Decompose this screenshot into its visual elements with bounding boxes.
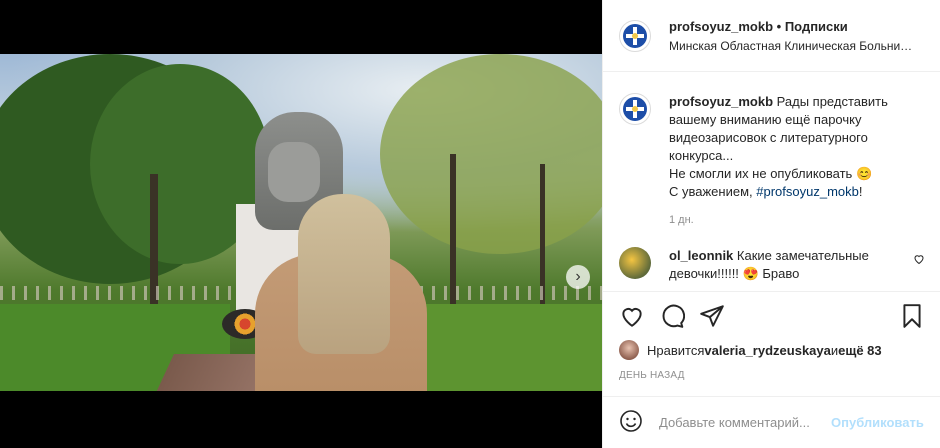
- publish-button[interactable]: Опубликовать: [831, 415, 924, 430]
- follow-button[interactable]: Подписки: [785, 19, 848, 34]
- avatar[interactable]: [619, 247, 651, 279]
- hashtag-link[interactable]: #profsoyuz_mokb: [756, 184, 859, 199]
- avatar[interactable]: [619, 19, 651, 52]
- comment-text: девочки!!!!!! 😍 Браво: [669, 266, 800, 281]
- avatar[interactable]: [619, 93, 651, 125]
- post-video[interactable]: ›: [0, 54, 602, 391]
- comment-username[interactable]: ol_leonnik: [669, 248, 733, 263]
- person-hair: [298, 194, 390, 354]
- carousel-next-button[interactable]: ›: [566, 265, 590, 289]
- caption-text: видеозарисовок с литературного: [669, 130, 868, 145]
- caption-text: конкурса...: [669, 148, 734, 163]
- comment-text: Какие замечательные: [736, 248, 869, 263]
- heart-icon: [622, 308, 642, 327]
- post-date[interactable]: ДЕНЬ НАЗАД: [619, 370, 925, 381]
- post-panel: profsoyuz_mokb • Подписки Минская Област…: [602, 0, 940, 448]
- caption-text: Не смогли их не опубликовать 😊: [669, 166, 873, 181]
- likes-prefix: Нравится: [647, 342, 705, 358]
- location-link[interactable]: Минская Областная Клиническая Больница..…: [669, 39, 917, 53]
- comment-input[interactable]: [659, 415, 827, 430]
- video-trunk-2: [450, 154, 456, 304]
- comment-like-button[interactable]: [913, 253, 925, 268]
- likes-user-link[interactable]: valeria_rydzeuskaya: [704, 343, 830, 358]
- comment-item: ol_leonnik Какие замечательные девочки!!…: [619, 247, 925, 283]
- caption-time[interactable]: 1 дн.: [669, 211, 899, 229]
- like-button[interactable]: [619, 296, 659, 336]
- avatar[interactable]: [619, 340, 639, 360]
- header-username[interactable]: profsoyuz_mokb: [669, 19, 773, 34]
- post-header: profsoyuz_mokb • Подписки Минская Област…: [603, 0, 940, 72]
- paper-plane-icon: [700, 305, 724, 327]
- likes-middle: и: [830, 342, 839, 358]
- caption-username[interactable]: profsoyuz_mokb: [669, 94, 773, 109]
- share-button[interactable]: [699, 296, 739, 336]
- header-separator: •: [776, 18, 782, 34]
- media-area: ›: [0, 0, 602, 448]
- caption: profsoyuz_mokb Рады представить вашему в…: [619, 93, 925, 229]
- caption-text: вашему вниманию ещё парочку: [669, 112, 862, 127]
- comment-button[interactable]: [659, 296, 699, 336]
- emoji-button[interactable]: [619, 409, 643, 436]
- likes-count-link[interactable]: ещё 83: [838, 343, 882, 358]
- video-grass-right: [420, 304, 602, 391]
- comment-icon: [662, 304, 685, 328]
- caption-text: С уважением,: [669, 184, 757, 199]
- add-comment-bar: Опубликовать: [603, 396, 940, 448]
- likes-summary: Нравится valeria_rydzeuskaya и ещё 83: [619, 340, 925, 360]
- caption-text: Рады представить: [776, 94, 888, 109]
- save-button[interactable]: [885, 296, 925, 336]
- union-logo-icon: [623, 97, 647, 121]
- video-trunk-3: [540, 164, 545, 304]
- smiley-icon: [620, 410, 642, 432]
- chevron-right-icon: ›: [575, 268, 581, 285]
- comments-section: profsoyuz_mokb Рады представить вашему в…: [603, 73, 940, 291]
- caption-text: !: [858, 184, 863, 199]
- monument-face: [268, 142, 320, 202]
- bookmark-icon: [903, 304, 921, 328]
- heart-icon: [914, 255, 924, 265]
- video-trunk-1: [150, 174, 158, 304]
- union-logo-icon: [623, 23, 647, 48]
- action-icons: [619, 292, 925, 340]
- post-actions: Нравится valeria_rydzeuskaya и ещё 83 ДЕ…: [603, 291, 940, 381]
